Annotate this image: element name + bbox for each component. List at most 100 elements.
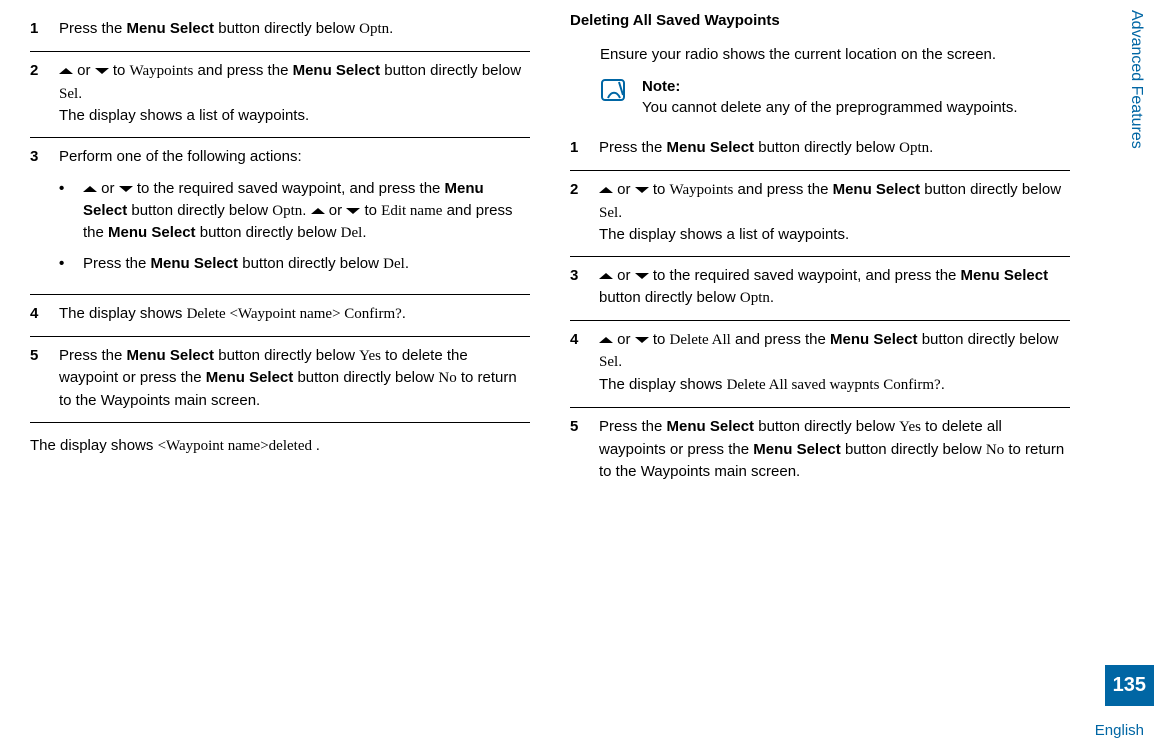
ui-text: Edit name [381, 203, 442, 219]
text-bold: Menu Select [753, 441, 841, 458]
section-heading: Deleting All Saved Waypoints [570, 10, 1070, 32]
bullet-item: • or to the required saved waypoint, and… [59, 178, 530, 245]
step-number: 2 [30, 60, 45, 127]
text-bold: Menu Select [127, 20, 215, 37]
ui-text: Waypoints [670, 182, 734, 198]
text-bold: Menu Select [151, 255, 239, 272]
text: or [613, 181, 635, 198]
intro-text: Ensure your radio shows the current loca… [570, 44, 1070, 66]
step-number: 1 [570, 137, 585, 160]
text: button directly below [754, 139, 899, 156]
left-column: 1 Press the Menu Select button directly … [30, 10, 530, 493]
section-label: Advanced Features [1125, 0, 1154, 149]
text: button directly below [918, 331, 1059, 348]
ui-text: Optn [359, 21, 389, 37]
left-step-5: 5 Press the Menu Select button directly … [30, 337, 530, 423]
side-tab: Advanced Features [1125, 0, 1154, 750]
up-arrow-icon [599, 337, 613, 343]
bullet-body: or to the required saved waypoint, and p… [83, 178, 530, 245]
left-step-2: 2 or to Waypoints and press the Menu Sel… [30, 52, 530, 138]
text-bold: Menu Select [667, 139, 755, 156]
step-body: Perform one of the following actions: • … [59, 146, 530, 284]
ui-text: Yes [899, 419, 921, 435]
left-step-1: 1 Press the Menu Select button directly … [30, 10, 530, 52]
ui-text: Delete <Waypoint name> Confirm? [187, 306, 402, 322]
left-after-text: The display shows <Waypoint name>deleted… [30, 423, 530, 458]
bullet-marker: • [59, 178, 69, 245]
text: The display shows a list of waypoints. [59, 107, 309, 124]
step-body: Press the Menu Select button directly be… [599, 416, 1070, 483]
text: . [78, 85, 82, 102]
page-content: 1 Press the Menu Select button directly … [0, 0, 1154, 503]
text: to [649, 331, 670, 348]
step-number: 1 [30, 18, 45, 41]
ui-text: <Waypoint name>deleted [158, 438, 316, 454]
text-bold: Menu Select [833, 181, 921, 198]
step-body: Press the Menu Select button directly be… [59, 345, 530, 412]
language-label: English [1085, 706, 1154, 750]
text: or [325, 202, 347, 219]
right-step-3: 3 or to the required saved waypoint, and… [570, 257, 1070, 321]
down-arrow-icon [635, 273, 649, 279]
left-step-3: 3 Perform one of the following actions: … [30, 138, 530, 295]
note-box: Note: You cannot delete any of the prepr… [570, 76, 1070, 120]
text: . [362, 224, 366, 241]
ui-text: Optn [899, 140, 929, 156]
right-column: Deleting All Saved Waypoints Ensure your… [570, 10, 1070, 493]
text: Press the [599, 418, 667, 435]
bullet-item: • Press the Menu Select button directly … [59, 253, 530, 276]
text: and press the [733, 181, 832, 198]
page-number: 135 [1105, 665, 1154, 706]
text: . [618, 204, 622, 221]
step-body: or to Delete All and press the Menu Sele… [599, 329, 1070, 397]
text: button directly below [214, 20, 359, 37]
text-bold: Menu Select [667, 418, 755, 435]
ui-text: Sel [59, 86, 78, 102]
text: . [929, 139, 933, 156]
right-step-5: 5 Press the Menu Select button directly … [570, 408, 1070, 493]
text: . [618, 353, 622, 370]
ui-text: Sel [599, 354, 618, 370]
up-arrow-icon [83, 186, 97, 192]
text: to [109, 62, 130, 79]
text: button directly below [238, 255, 383, 272]
text: The display shows [599, 376, 727, 393]
text: . [302, 202, 310, 219]
text: and press the [731, 331, 830, 348]
text: button directly below [293, 369, 438, 386]
text: or [613, 331, 635, 348]
step-number: 3 [570, 265, 585, 310]
text: or [97, 180, 119, 197]
right-step-2: 2 or to Waypoints and press the Menu Sel… [570, 171, 1070, 257]
up-arrow-icon [311, 208, 325, 214]
step-number: 4 [570, 329, 585, 397]
text: . [405, 255, 409, 272]
text: or [613, 267, 635, 284]
step-body: The display shows Delete <Waypoint name>… [59, 303, 530, 326]
text: to the required saved waypoint, and pres… [133, 180, 445, 197]
text: The display shows [30, 437, 158, 454]
text: to [649, 181, 670, 198]
step-body: or to the required saved waypoint, and p… [599, 265, 1070, 310]
note-title: Note: [642, 76, 1018, 98]
step-number: 4 [30, 303, 45, 326]
text: . [402, 305, 406, 322]
down-arrow-icon [346, 208, 360, 214]
text: to [360, 202, 381, 219]
bullet-body: Press the Menu Select button directly be… [83, 253, 409, 276]
text: button directly below [841, 441, 986, 458]
down-arrow-icon [635, 337, 649, 343]
text-bold: Menu Select [206, 369, 294, 386]
text: The display shows a list of waypoints. [599, 226, 849, 243]
ui-text: Waypoints [130, 63, 194, 79]
text: or [73, 62, 95, 79]
text: . [770, 289, 774, 306]
text: button directly below [196, 224, 341, 241]
text: button directly below [599, 289, 740, 306]
ui-text: Sel [599, 205, 618, 221]
bullet-marker: • [59, 253, 69, 276]
step-body: or to Waypoints and press the Menu Selec… [59, 60, 530, 127]
text: button directly below [920, 181, 1061, 198]
step-number: 3 [30, 146, 45, 284]
down-arrow-icon [95, 68, 109, 74]
